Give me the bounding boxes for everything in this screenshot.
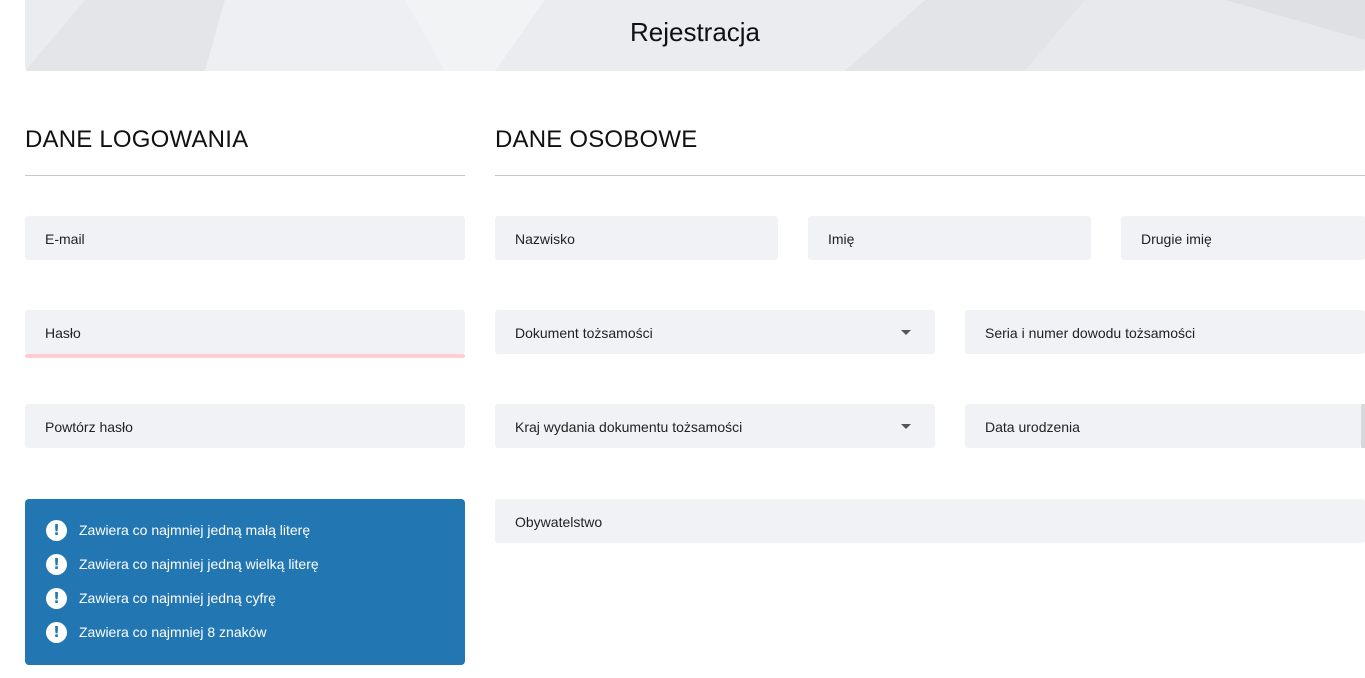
page-title: Rejestracja bbox=[629, 17, 761, 47]
email-field[interactable]: E-mail bbox=[25, 216, 465, 260]
id-document-select[interactable]: Dokument tożsamości bbox=[495, 310, 935, 354]
first-name-field[interactable]: Imię bbox=[808, 216, 1091, 260]
password-rule-text: Zawiera co najmniej jedną cyfrę bbox=[79, 590, 276, 606]
id-document-select-label: Dokument tożsamości bbox=[515, 325, 653, 341]
surname-field-placeholder: Nazwisko bbox=[515, 231, 575, 247]
id-series-number-field-placeholder: Seria i numer dowodu tożsamości bbox=[985, 325, 1196, 341]
exclamation-circle-icon: ! bbox=[46, 621, 67, 643]
password-rule-item: ! Zawiera co najmniej jedną małą literę bbox=[46, 519, 310, 541]
first-name-field-placeholder: Imię bbox=[828, 231, 855, 247]
issuing-country-select[interactable]: Kraj wydania dokumentu tożsamości bbox=[495, 404, 935, 448]
password-rule-item: ! Zawiera co najmniej jedną wielką liter… bbox=[46, 553, 319, 575]
personal-section-divider bbox=[495, 175, 1365, 176]
password-rule-text: Zawiera co najmniej 8 znaków bbox=[79, 624, 267, 640]
password-rule-text: Zawiera co najmniej jedną małą literę bbox=[79, 522, 311, 538]
second-name-field[interactable]: Drugie imię bbox=[1121, 216, 1365, 260]
email-field-placeholder: E-mail bbox=[45, 231, 85, 247]
repeat-password-field-placeholder: Powtórz hasło bbox=[45, 419, 133, 435]
personal-section-title: DANE OSOBOWE bbox=[495, 126, 698, 153]
birth-date-field-edge bbox=[1361, 404, 1365, 448]
second-name-field-placeholder: Drugie imię bbox=[1141, 231, 1212, 247]
page-header: Rejestracja bbox=[25, 0, 1365, 71]
surname-field[interactable]: Nazwisko bbox=[495, 216, 778, 260]
caret-down-icon bbox=[901, 330, 911, 335]
password-rule-item: ! Zawiera co najmniej jedną cyfrę bbox=[46, 587, 276, 609]
birth-date-field[interactable]: Data urodzenia bbox=[965, 404, 1361, 448]
citizenship-field-placeholder: Obywatelstwo bbox=[515, 514, 603, 530]
password-rule-text: Zawiera co najmniej jedną wielką literę bbox=[79, 556, 319, 572]
exclamation-circle-icon: ! bbox=[46, 553, 67, 575]
exclamation-circle-icon: ! bbox=[46, 587, 67, 609]
password-requirements-box: ! Zawiera co najmniej jedną małą literę … bbox=[25, 499, 465, 665]
password-field-placeholder: Hasło bbox=[45, 325, 81, 341]
citizenship-field[interactable]: Obywatelstwo bbox=[495, 499, 1365, 543]
issuing-country-select-label: Kraj wydania dokumentu tożsamości bbox=[515, 419, 743, 435]
password-error-underline bbox=[25, 354, 465, 358]
birth-date-field-placeholder: Data urodzenia bbox=[985, 419, 1080, 435]
caret-down-icon bbox=[901, 424, 911, 429]
repeat-password-field[interactable]: Powtórz hasło bbox=[25, 404, 465, 448]
exclamation-circle-icon: ! bbox=[46, 519, 67, 541]
password-rule-item: ! Zawiera co najmniej 8 znaków bbox=[46, 621, 267, 643]
id-series-number-field[interactable]: Seria i numer dowodu tożsamości bbox=[965, 310, 1365, 354]
login-section-title: DANE LOGOWANIA bbox=[25, 126, 249, 153]
password-field[interactable]: Hasło bbox=[25, 310, 465, 354]
login-section-divider bbox=[25, 175, 465, 176]
